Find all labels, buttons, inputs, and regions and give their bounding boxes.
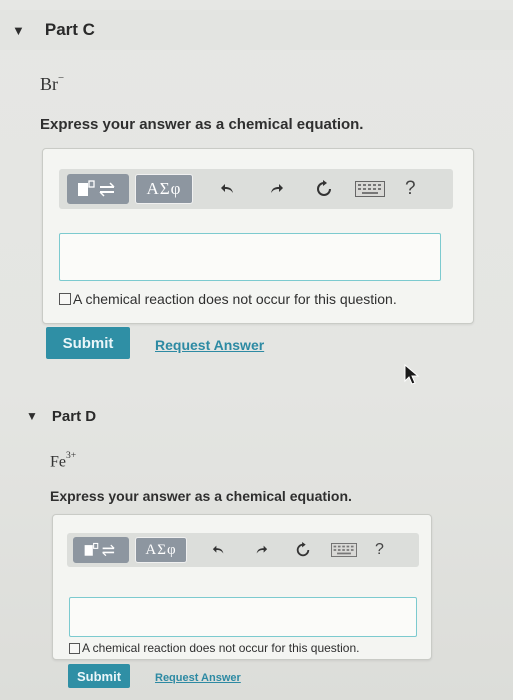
part-c-title: Part C: [44, 20, 95, 39]
templates-button[interactable]: [73, 537, 129, 563]
undo-button[interactable]: [217, 174, 239, 204]
redo-button[interactable]: [265, 174, 287, 204]
part-d-ion: Fe3+: [50, 450, 77, 471]
part-c-ion: Br−: [40, 72, 65, 95]
undo-icon: [212, 545, 224, 554]
symbols-button[interactable]: ΑΣφ: [135, 174, 193, 204]
keyboard-button[interactable]: [353, 174, 387, 204]
part-c-answer-box: ΑΣφ ? A chemical reaction does not occur…: [42, 148, 474, 324]
reset-button[interactable]: [293, 537, 313, 563]
caret-down-icon[interactable]: ▼: [26, 410, 38, 422]
part-c-answer-input[interactable]: [59, 233, 441, 281]
part-d-request-answer-link[interactable]: Request Answer: [155, 672, 241, 684]
reset-icon: [317, 180, 331, 196]
undo-button[interactable]: [209, 537, 229, 563]
part-d-answer-input[interactable]: [69, 597, 417, 637]
part-d-header[interactable]: ▼ Part D: [0, 398, 513, 434]
part-d-no-reaction-label: A chemical reaction does not occur for t…: [82, 641, 360, 655]
keyboard-icon: [331, 543, 357, 557]
part-c-prompt: Express your answer as a chemical equati…: [40, 116, 364, 133]
part-d-answer-box: ΑΣφ ? A chemical reaction does not occur…: [52, 514, 432, 660]
symbols-label: ΑΣφ: [146, 179, 182, 198]
part-c-no-reaction-option[interactable]: A chemical reaction does not occur for t…: [59, 291, 397, 307]
mouse-cursor-icon: [404, 364, 420, 385]
part-d-title: Part D: [51, 407, 97, 425]
redo-icon: [271, 184, 283, 193]
part-d-no-reaction-option[interactable]: A chemical reaction does not occur for t…: [69, 641, 359, 655]
redo-icon: [256, 545, 268, 554]
reset-button[interactable]: [313, 174, 335, 204]
part-c-submit-button[interactable]: Submit: [46, 327, 130, 359]
keyboard-button[interactable]: [329, 537, 359, 563]
templates-icon: [78, 180, 115, 197]
caret-down-icon[interactable]: ▼: [12, 24, 25, 37]
part-c-toolbar: ΑΣφ ?: [59, 169, 453, 209]
part-c-ion-symbol: Br: [40, 74, 58, 94]
part-d-ion-symbol: Fe: [50, 453, 66, 471]
part-d-toolbar: ΑΣφ ?: [67, 533, 419, 567]
templates-icon: [84, 542, 115, 557]
redo-button[interactable]: [251, 537, 271, 563]
help-button[interactable]: ?: [375, 541, 384, 559]
part-d-no-reaction-checkbox[interactable]: [69, 642, 80, 654]
part-c-no-reaction-label: A chemical reaction does not occur for t…: [73, 291, 397, 307]
symbols-button[interactable]: ΑΣφ: [135, 537, 187, 563]
keyboard-icon: [355, 181, 385, 197]
part-c-ion-charge: −: [58, 72, 65, 84]
reset-icon: [296, 542, 310, 557]
templates-button[interactable]: [67, 174, 129, 204]
part-d-prompt: Express your answer as a chemical equati…: [50, 488, 352, 504]
part-d-submit-button[interactable]: Submit: [68, 664, 130, 688]
part-c-header[interactable]: ▼ Part C: [0, 10, 513, 50]
part-c-no-reaction-checkbox[interactable]: [59, 293, 71, 305]
part-c-request-answer-link[interactable]: Request Answer: [155, 337, 264, 353]
part-d-ion-charge: 3+: [66, 450, 77, 461]
undo-icon: [221, 184, 233, 193]
symbols-label: ΑΣφ: [145, 541, 177, 558]
help-button[interactable]: ?: [405, 178, 416, 200]
